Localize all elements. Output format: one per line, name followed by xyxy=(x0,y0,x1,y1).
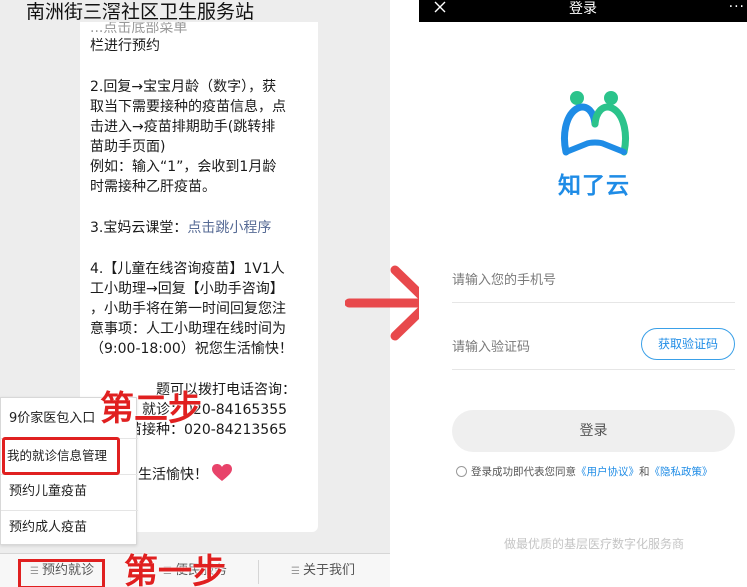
agreement-row: 登录成功即代表您同意《用户协议》和《隐私政策》 xyxy=(456,463,713,481)
bubble-line: ，小助手将在第一时间回复您注 xyxy=(90,301,286,317)
login-header-title: 登录 xyxy=(569,1,597,17)
step1-label: 第一步 xyxy=(124,552,226,587)
bubble-line: ...点击底部菜单 xyxy=(90,22,188,36)
bubble-line: 栏进行预约 xyxy=(90,38,160,54)
bubble-line: 工小助理→回复【小助手咨询】 xyxy=(90,281,284,297)
course-label: 3.宝妈云课堂： xyxy=(90,220,188,236)
highlight-box-step1 xyxy=(18,559,105,587)
wechat-chat-panel: 南洲街三滘社区卫生服务站 ...点击底部菜单 栏进行预约 2.回复→宝宝月龄（数… xyxy=(0,0,390,587)
menu-item-adult-vaccine[interactable]: 预约成人疫苗 xyxy=(1,510,138,546)
bubble-line: （9:00-18:00）祝您生活愉快！ xyxy=(90,341,293,357)
code-input[interactable] xyxy=(452,325,632,369)
bubble-line: 4.【儿童在线咨询疫苗】1V1人 xyxy=(90,261,285,277)
highlight-box-step2 xyxy=(2,437,120,475)
phone-input[interactable] xyxy=(452,258,632,302)
phone-field xyxy=(452,258,735,303)
brand-name: 知了云 xyxy=(558,173,630,199)
bubble-line: 取当下需要接种的疫苗信息，点 xyxy=(90,99,286,115)
closing-text: 生活愉快！ xyxy=(138,467,208,483)
user-agreement-link[interactable]: 《用户协议》 xyxy=(576,466,639,478)
bubble-line: 3.宝妈云课堂：点击跳小程序 xyxy=(90,218,308,238)
mini-program-link[interactable]: 点击跳小程序 xyxy=(187,220,271,236)
menu-tab-about[interactable]: ☰ 关于我们 xyxy=(278,554,368,587)
bubble-line: 击进入→疫苗排期助手(跳转排 xyxy=(90,119,276,135)
menu-tab-label: 关于我们 xyxy=(302,563,355,578)
bubble-line: 时需接种乙肝疫苗。 xyxy=(90,179,216,195)
login-header: 登录 ··· xyxy=(419,0,747,22)
agreement-text: 登录成功即代表您同意 xyxy=(471,466,576,478)
more-icon[interactable]: ··· xyxy=(729,0,745,14)
privacy-policy-link[interactable]: 《隐私政策》 xyxy=(650,466,713,478)
login-panel: 登录 ··· 知了云 获取验证码 登录 登录成功即代表您同意《用户协议》和《隐私… xyxy=(419,0,747,587)
bubble-line: 意事项：人工小助理在线时间为 xyxy=(90,321,286,337)
agreement-radio[interactable] xyxy=(456,466,467,477)
menu-item-child-vaccine[interactable]: 预约儿童疫苗 xyxy=(1,474,138,510)
step2-label: 第二步 xyxy=(100,389,202,429)
slogan: 做最优质的基层医疗数字化服务商 xyxy=(503,537,684,551)
bubble-line: 2.回复→宝宝月龄（数字），获 xyxy=(90,79,277,95)
zhiliaoyun-logo-icon xyxy=(561,91,629,156)
chat-title: 南洲街三滘社区卫生服务站 xyxy=(26,1,255,23)
login-button[interactable]: 登录 xyxy=(452,410,735,452)
bubble-line: 例如：输入“1”，会收到1月龄 xyxy=(90,159,277,175)
bubble-line: 苗助手页面) xyxy=(90,139,166,155)
menu-list-icon: ☰ xyxy=(291,566,300,577)
heart-icon xyxy=(212,464,233,482)
agreement-and: 和 xyxy=(639,466,650,478)
get-code-button[interactable]: 获取验证码 xyxy=(641,328,735,360)
